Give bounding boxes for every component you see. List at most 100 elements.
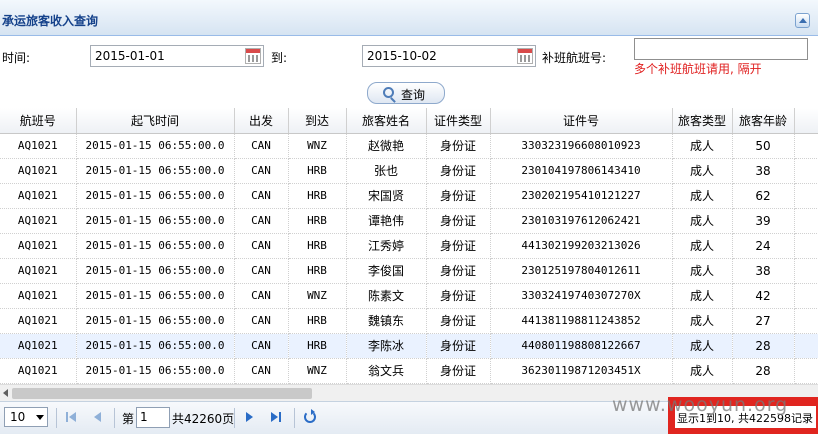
collapse-icon[interactable]: [795, 13, 810, 28]
page-size-select[interactable]: 10: [4, 407, 48, 427]
start-date-value: 2015-01-01: [95, 49, 165, 63]
table-cell: WNZ: [288, 283, 347, 309]
table-cell: 50: [732, 133, 795, 159]
table-cell: 身份证: [426, 358, 491, 384]
table-cell-overflow: [794, 258, 818, 284]
to-label: 到:: [271, 51, 288, 65]
table-cell: 成人: [672, 208, 733, 234]
page-total: 共42260页: [172, 412, 235, 426]
table-cell: 38: [732, 158, 795, 184]
table-row[interactable]: AQ1021 2015-01-15 06:55:00.0 CAN HRB 宋国贤 身份证 2…: [0, 183, 818, 209]
table-cell: 230125197804012611: [490, 258, 673, 284]
table-cell: WNZ: [288, 133, 347, 159]
table-cell: CAN: [234, 283, 289, 309]
table-cell: 身份证: [426, 308, 491, 334]
table-header: 航班号 起飞时间 出发 到达 旅客姓名 证件类型 证件号 旅客类型 旅客年龄: [0, 108, 818, 134]
table-cell-overflow: [794, 233, 818, 259]
start-date-input[interactable]: 2015-01-01: [90, 45, 264, 67]
search-icon: [383, 87, 394, 98]
table-cell: 230202195410121227: [490, 183, 673, 209]
table-cell: 身份证: [426, 158, 491, 184]
column-header[interactable]: 证件号: [490, 108, 673, 134]
table-cell: 2015-01-15 06:55:00.0: [76, 333, 235, 359]
table-cell: CAN: [234, 208, 289, 234]
refresh-icon[interactable]: [304, 409, 316, 423]
table-row[interactable]: AQ1021 2015-01-15 06:55:00.0 CAN WNZ 陈素文 身份证 3…: [0, 283, 818, 309]
table-cell-overflow: [794, 358, 818, 384]
table-row[interactable]: AQ1021 2015-01-15 06:55:00.0 CAN HRB 李俊国 身份证 2…: [0, 258, 818, 284]
table-cell: HRB: [288, 183, 347, 209]
supplement-flight-input[interactable]: [634, 38, 808, 60]
scrollbar-thumb[interactable]: [12, 388, 312, 399]
table-cell: 身份证: [426, 283, 491, 309]
table-cell-overflow: [794, 333, 818, 359]
table-cell: 36230119871203451X: [490, 358, 673, 384]
column-header[interactable]: 旅客类型: [672, 108, 733, 134]
table-cell: 身份证: [426, 258, 491, 284]
table-cell: 江秀婷: [346, 233, 427, 259]
end-date-input[interactable]: 2015-10-02: [362, 45, 536, 67]
table-cell: 2015-01-15 06:55:00.0: [76, 158, 235, 184]
column-header[interactable]: 证件类型: [426, 108, 491, 134]
table-cell: 330323196608010923: [490, 133, 673, 159]
table-cell: 李陈冰: [346, 333, 427, 359]
table-cell: CAN: [234, 133, 289, 159]
table-cell: 李俊国: [346, 258, 427, 284]
table-cell: 成人: [672, 308, 733, 334]
table-row[interactable]: AQ1021 2015-01-15 06:55:00.0 CAN HRB 李陈冰 身份证 4…: [0, 333, 818, 359]
column-header[interactable]: 旅客姓名: [346, 108, 427, 134]
column-header[interactable]: 旅客年龄: [732, 108, 795, 134]
page-size-value: 10: [10, 410, 26, 424]
scroll-left-icon[interactable]: [3, 389, 8, 397]
table-cell: CAN: [234, 233, 289, 259]
table-cell: 28: [732, 333, 795, 359]
table-cell: HRB: [288, 333, 347, 359]
supplement-flight-label: 补班航班号:: [542, 51, 607, 65]
table-row[interactable]: AQ1021 2015-01-15 06:55:00.0 CAN HRB 魏镇东 身份证 4…: [0, 308, 818, 334]
divider: [234, 408, 235, 428]
table-cell: 身份证: [426, 208, 491, 234]
table-cell: 2015-01-15 06:55:00.0: [76, 358, 235, 384]
column-header[interactable]: 出发: [234, 108, 289, 134]
column-header-overflow: [794, 108, 818, 134]
chevron-down-icon: [36, 415, 44, 420]
table-cell: AQ1021: [0, 158, 77, 184]
table-cell: AQ1021: [0, 183, 77, 209]
table-row[interactable]: AQ1021 2015-01-15 06:55:00.0 CAN HRB 江秀婷 身份证 4…: [0, 233, 818, 259]
table-cell: 28: [732, 358, 795, 384]
table-cell: CAN: [234, 333, 289, 359]
query-form: 时间: 2015-01-01 到: 2015-10-02 补班航班号: 多个补班…: [0, 36, 818, 108]
divider: [114, 408, 115, 428]
column-header[interactable]: 起飞时间: [76, 108, 235, 134]
table-cell: WNZ: [288, 358, 347, 384]
table-row[interactable]: AQ1021 2015-01-15 06:55:00.0 CAN WNZ 赵微艳 身份证 3…: [0, 133, 818, 159]
query-button[interactable]: 查询: [367, 82, 445, 104]
table-row[interactable]: AQ1021 2015-01-15 06:55:00.0 CAN HRB 张也 身份证 23…: [0, 158, 818, 184]
table-cell: AQ1021: [0, 333, 77, 359]
table-cell: 成人: [672, 333, 733, 359]
table-cell: 身份证: [426, 333, 491, 359]
table-cell: CAN: [234, 358, 289, 384]
divider: [56, 408, 57, 428]
page-number-input[interactable]: 1: [136, 407, 170, 428]
prev-page-icon[interactable]: [92, 411, 104, 423]
first-page-icon[interactable]: [66, 411, 78, 423]
page-number-value: 1: [140, 410, 148, 424]
table-cell: 翁文兵: [346, 358, 427, 384]
next-page-icon[interactable]: [244, 411, 256, 423]
column-header[interactable]: 到达: [288, 108, 347, 134]
table-cell: HRB: [288, 208, 347, 234]
table-cell: HRB: [288, 308, 347, 334]
table-cell: CAN: [234, 183, 289, 209]
calendar-icon[interactable]: [517, 48, 533, 64]
calendar-icon[interactable]: [245, 48, 261, 64]
table-row[interactable]: AQ1021 2015-01-15 06:55:00.0 CAN WNZ 翁文兵 身份证 3…: [0, 358, 818, 384]
last-page-icon[interactable]: [270, 411, 282, 423]
table-cell: 39: [732, 208, 795, 234]
table-cell: 赵微艳: [346, 133, 427, 159]
table-row[interactable]: AQ1021 2015-01-15 06:55:00.0 CAN HRB 谭艳伟 身份证 2…: [0, 208, 818, 234]
table-cell-overflow: [794, 208, 818, 234]
column-header[interactable]: 航班号: [0, 108, 77, 134]
table-cell: 27: [732, 308, 795, 334]
passenger-table: 航班号 起飞时间 出发 到达 旅客姓名 证件类型 证件号 旅客类型 旅客年龄 A…: [0, 108, 818, 384]
